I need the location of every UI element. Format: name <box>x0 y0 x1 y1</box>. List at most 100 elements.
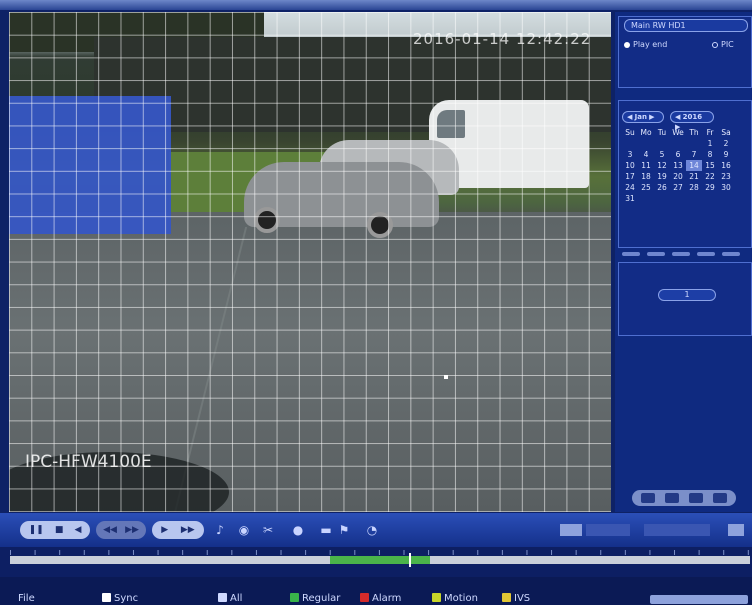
backup-icon[interactable] <box>560 524 582 536</box>
sync-checkbox[interactable]: Sync <box>102 593 138 604</box>
calendar-day[interactable]: 13 <box>670 160 686 171</box>
calendar-day[interactable]: 1 <box>702 138 718 149</box>
search-icon[interactable]: ◔ <box>364 522 380 538</box>
calendar-day[interactable]: 3 <box>622 149 638 160</box>
stop-icon[interactable]: ■ <box>55 525 64 535</box>
osd-camera-name: IPC-HFW4100E <box>25 452 152 472</box>
channel-select[interactable]: 1 <box>658 289 716 301</box>
filter-ivs[interactable]: IVS <box>502 593 530 604</box>
calendar-day <box>654 138 670 149</box>
mouse-cursor <box>444 375 448 379</box>
month-select[interactable]: ◀ Jan ▶ <box>622 111 664 123</box>
sync-label: Sync <box>114 593 139 604</box>
regular-label: Regular <box>302 593 341 604</box>
nine-view-icon[interactable] <box>689 493 703 503</box>
week-row: 12 <box>622 138 752 149</box>
video-view[interactable]: 2016-01-14 12:42:22 IPC-HFW4100E <box>9 12 611 512</box>
osd-timestamp: 2016-01-14 12:42:22 <box>413 30 592 48</box>
motion-grid[interactable] <box>9 12 611 512</box>
weekday-label: Tu <box>657 128 667 137</box>
calendar-day[interactable]: 5 <box>654 149 670 160</box>
calendar-day[interactable]: 19 <box>654 171 670 182</box>
play-control-group: ❚❚ ■ ◀ <box>20 521 90 539</box>
calendar-day[interactable]: 27 <box>670 182 686 193</box>
view-mode-buttons <box>632 490 736 506</box>
calendar-day[interactable]: 18 <box>638 171 654 182</box>
calendar-day[interactable]: 2 <box>718 138 734 149</box>
radio-off-icon <box>712 41 718 48</box>
month-label: Jan <box>634 113 647 121</box>
regular-swatch <box>290 593 299 602</box>
calendar-day <box>670 138 686 149</box>
calendar-day[interactable]: 12 <box>654 160 670 171</box>
calendar-day[interactable]: 23 <box>718 171 734 182</box>
reverse-play-icon[interactable]: ◀ <box>75 525 82 535</box>
legend-swatch <box>697 252 715 256</box>
file-button[interactable]: File <box>18 593 35 604</box>
calendar-day[interactable]: 7 <box>686 149 702 160</box>
calendar-day[interactable]: 6 <box>670 149 686 160</box>
radio-label: Play end <box>633 40 668 49</box>
filter-all[interactable]: All <box>218 593 242 604</box>
weekday-label: Fr <box>706 128 714 137</box>
week-row: 31 <box>622 193 752 204</box>
calendar-day[interactable]: 4 <box>638 149 654 160</box>
snapshot-icon[interactable]: ◉ <box>236 522 252 538</box>
legend-swatch <box>622 252 640 256</box>
timeline-cursor[interactable] <box>409 553 411 567</box>
filter-motion[interactable]: Motion <box>432 593 478 604</box>
calendar-day <box>622 138 638 149</box>
calendar-day[interactable]: 15 <box>702 160 718 171</box>
play-pause-icon[interactable]: ❚❚ <box>29 525 44 535</box>
calendar-day[interactable]: 16 <box>718 160 734 171</box>
list-view-icon[interactable] <box>713 493 727 503</box>
calendar-day[interactable]: 28 <box>686 182 702 193</box>
volume-icon[interactable]: ♪ <box>212 522 228 538</box>
camera-select[interactable]: Main RW HD1 <box>624 19 748 32</box>
calendar-day[interactable]: 17 <box>622 171 638 182</box>
time-scale-buttons[interactable] <box>650 595 748 604</box>
year-select[interactable]: ◀ 2016 ▶ <box>670 111 714 131</box>
calendar-day[interactable]: 9 <box>718 149 734 160</box>
alarm-label: Alarm <box>372 593 402 604</box>
calendar-day[interactable]: 29 <box>702 182 718 193</box>
fast-icon[interactable]: ▶▶ <box>125 525 139 535</box>
radio-label: PIC <box>721 40 734 49</box>
radio-play-end[interactable]: Play end <box>624 40 667 49</box>
calendar-day[interactable]: 20 <box>670 171 686 182</box>
calendar-day[interactable]: 21 <box>686 171 702 182</box>
radio-pic[interactable]: PIC <box>712 40 734 49</box>
calendar-day[interactable]: 22 <box>702 171 718 182</box>
regular-record-segment[interactable] <box>330 556 430 564</box>
prev-frame-icon[interactable]: ▶▶ <box>181 525 195 535</box>
filter-regular[interactable]: Regular <box>290 593 340 604</box>
clip-icon[interactable]: ✂ <box>260 522 276 538</box>
calendar-day[interactable]: 25 <box>638 182 654 193</box>
calendar-day <box>654 193 670 204</box>
next-frame-icon[interactable]: ▶ <box>161 525 168 535</box>
calendar-day[interactable]: 14 <box>686 160 702 171</box>
calendar-day[interactable]: 8 <box>702 149 718 160</box>
fullscreen-icon[interactable] <box>728 524 744 536</box>
mark-icon[interactable]: ● <box>290 522 306 538</box>
time-zoom-control[interactable] <box>586 524 630 536</box>
single-view-icon[interactable] <box>641 493 655 503</box>
calendar-day[interactable]: 26 <box>654 182 670 193</box>
calendar-day[interactable]: 10 <box>622 160 638 171</box>
calendar-day[interactable]: 30 <box>718 182 734 193</box>
slow-icon[interactable]: ◀◀ <box>103 525 117 535</box>
calendar-grid: Su Mo Tu We Th Fr Sa 1 2 3 4 5 6 7 8 9 10 11 12 13 14 15 16 17 1… <box>622 127 752 204</box>
quad-view-icon[interactable] <box>665 493 679 503</box>
flag-icon[interactable]: ⚑ <box>336 522 352 538</box>
calendar-day[interactable]: 31 <box>622 193 638 204</box>
record-type-legend <box>622 252 752 260</box>
filter-alarm[interactable]: Alarm <box>360 593 401 604</box>
tag-icon[interactable]: ▬ <box>318 522 334 538</box>
time-range-control[interactable] <box>644 524 710 536</box>
week-row: 17 18 19 20 21 22 23 <box>622 171 752 182</box>
calendar-day[interactable]: 11 <box>638 160 654 171</box>
weekday-row: Su Mo Tu We Th Fr Sa <box>622 127 752 138</box>
playback-window: 2016-01-14 12:42:22 IPC-HFW4100E Main RW… <box>0 0 752 605</box>
calendar-day <box>686 193 702 204</box>
calendar-day[interactable]: 24 <box>622 182 638 193</box>
